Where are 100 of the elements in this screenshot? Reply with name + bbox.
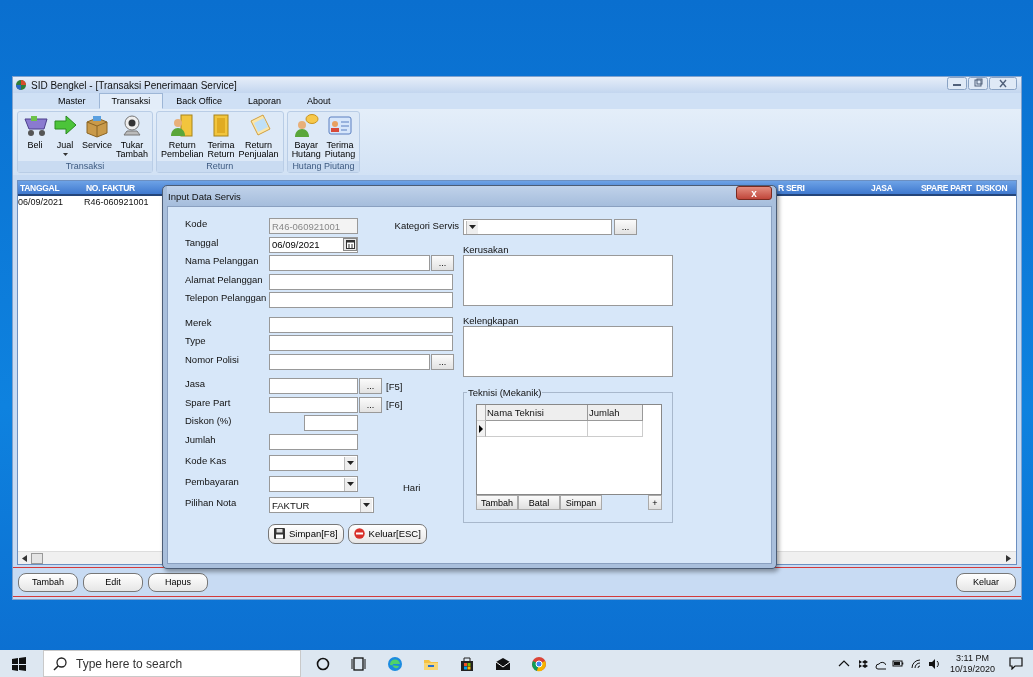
table-cell-text: 06/09/2021 [18, 197, 65, 207]
right-arrow-icon[interactable] [1006, 554, 1012, 562]
ribbon-button[interactable]: Beli [21, 113, 49, 161]
cart-icon [22, 113, 48, 138]
field-label: Jasa [185, 378, 207, 389]
restore-icon[interactable] [968, 77, 988, 90]
field-label: Type [185, 335, 207, 346]
input-field[interactable] [269, 335, 453, 351]
browse-button[interactable]: ... [431, 353, 454, 370]
battery-icon[interactable] [891, 657, 904, 670]
floppy-icon [274, 528, 285, 539]
menu-tab[interactable]: Transaksi [98, 93, 164, 109]
dropdown-button[interactable] [344, 477, 356, 491]
search-field[interactable]: Type here to search [43, 650, 301, 677]
input-field[interactable] [269, 433, 358, 450]
action-button[interactable]: Keluar[ESC] [347, 523, 427, 544]
dropdown-button[interactable] [344, 456, 356, 470]
minimize-icon[interactable] [947, 77, 967, 90]
grid-button[interactable]: Tambah [476, 495, 518, 510]
add-button[interactable]: + [648, 495, 662, 510]
table-cell-text: R46-060921001 [84, 197, 150, 207]
input-field[interactable] [304, 415, 358, 431]
dropdown-field[interactable] [269, 476, 358, 492]
shortcut-label: [F5] [385, 380, 403, 392]
table-cell[interactable] [486, 421, 588, 437]
action-button[interactable]: Simpan[F8] [268, 523, 344, 544]
store-icon[interactable] [459, 655, 475, 672]
ribbon-button[interactable]: Terima Piutang [323, 113, 357, 161]
browse-button[interactable]: ... [431, 255, 454, 271]
caret-icon [347, 461, 354, 465]
menu-tab[interactable]: Master [45, 93, 99, 109]
browse-button[interactable]: ... [614, 219, 637, 235]
clock-date[interactable]: 10/19/2020 [949, 663, 995, 675]
close-icon[interactable] [989, 77, 1017, 90]
input-field[interactable] [269, 378, 358, 394]
calendar-button[interactable] [343, 238, 357, 251]
dropdown-field[interactable]: FAKTUR [269, 497, 374, 513]
browse-button[interactable]: ... [359, 378, 382, 394]
row-pointer-icon [479, 424, 483, 433]
task-view-icon[interactable] [351, 655, 367, 672]
dropdown-button[interactable] [466, 220, 478, 234]
ribbon-button[interactable]: Service [81, 113, 113, 161]
no-entry-icon [353, 528, 365, 539]
input-field[interactable] [269, 316, 453, 333]
ribbon-button[interactable]: Jual [51, 113, 79, 161]
ribbon-button[interactable]: Bayar Hutang [290, 113, 322, 161]
windows-icon[interactable] [12, 656, 26, 671]
clock-time[interactable]: 3:11 PM [956, 652, 989, 664]
shortcut-label: [F6] [385, 399, 403, 410]
dropdown-field[interactable] [269, 455, 358, 471]
group-label: Teknisi (Mekanik) [467, 387, 543, 398]
ribbon-button[interactable]: Return Penjualan [237, 113, 280, 161]
field-label: Tanggal [185, 236, 220, 248]
person-door-icon [169, 113, 196, 138]
arrow-icon [52, 113, 78, 138]
input-field[interactable] [269, 292, 453, 308]
action-button[interactable]: Edit [83, 572, 143, 592]
cortana-icon[interactable] [315, 655, 331, 672]
caret-icon [469, 225, 476, 229]
ribbon-button[interactable]: Terima Return [206, 113, 236, 161]
scroll-thumb[interactable] [31, 552, 43, 564]
column-header[interactable]: Jumlah [588, 405, 643, 421]
menu-tab[interactable]: Laporan [235, 93, 295, 109]
ribbon-button[interactable]: Return Pembelian [160, 113, 205, 161]
menu-tab[interactable]: Back Office [163, 93, 236, 109]
field-label: Pilihan Nota [185, 497, 238, 508]
browser-icon[interactable] [531, 655, 547, 672]
dropdown-field[interactable] [463, 219, 612, 235]
notification-icon[interactable] [1009, 657, 1023, 670]
text-area[interactable] [463, 255, 673, 306]
field-label: Nama Pelanggan [185, 255, 260, 266]
column-header[interactable]: Nama Teknisi [486, 405, 588, 421]
left-arrow-icon[interactable] [22, 554, 28, 562]
field-label: Pembayaran [185, 476, 240, 487]
action-button[interactable]: Tambah [18, 572, 78, 592]
close-button[interactable]: x [736, 186, 772, 200]
group-title: Transaksi [18, 161, 153, 172]
input-field[interactable] [269, 273, 453, 290]
dropdown-button[interactable] [360, 498, 372, 512]
action-button[interactable]: Hapus [148, 572, 208, 592]
column-header[interactable]: DISKON [974, 182, 1014, 193]
input-field[interactable] [269, 353, 430, 370]
grid-button[interactable]: Batal [518, 495, 560, 510]
box-icon [84, 113, 110, 138]
input-field[interactable] [269, 396, 358, 413]
action-button[interactable]: Keluar [956, 572, 1016, 592]
input-field[interactable] [269, 255, 430, 271]
speaker-icon[interactable] [927, 657, 940, 670]
browse-button[interactable]: ... [359, 396, 382, 413]
window-title: SID Bengkel - [Transaksi Penerimaan Service] [31, 79, 238, 91]
grid-button[interactable]: Simpan [560, 495, 602, 510]
field-label: Jumlah [185, 433, 217, 445]
edge-icon[interactable] [387, 655, 403, 672]
menu-tab[interactable]: About [294, 93, 344, 109]
field-label: Telepon Pelanggan [185, 292, 268, 303]
mail-icon[interactable] [495, 655, 511, 672]
table-cell[interactable] [588, 421, 643, 437]
ribbon-button[interactable]: Tukar Tambah [115, 113, 150, 161]
text-area[interactable] [463, 326, 673, 377]
wifi-icon[interactable] [909, 657, 922, 670]
